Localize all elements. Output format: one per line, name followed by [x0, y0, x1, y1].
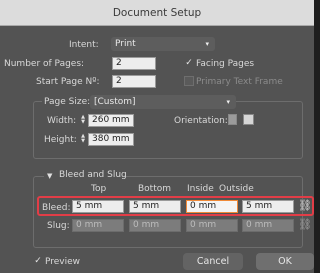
- page-size-select[interactable]: [Custom] ▾: [90, 95, 236, 109]
- height-stepper[interactable]: ▲ ▼: [80, 133, 86, 145]
- column-header-bottom: Bottom: [138, 184, 172, 194]
- chevron-down-icon: ▾: [205, 40, 209, 48]
- portrait-orientation-icon[interactable]: [228, 114, 237, 125]
- height-field[interactable]: 380 mm: [88, 133, 134, 146]
- column-header-outside: Outside: [219, 184, 254, 194]
- intent-select[interactable]: Print ▾: [111, 37, 215, 51]
- number-of-pages-field[interactable]: 2: [112, 57, 156, 70]
- chain-link-icon[interactable]: ⛓: [298, 218, 312, 231]
- step-down-icon: ▼: [81, 119, 85, 125]
- height-label: Height:: [44, 135, 77, 145]
- bleed-bottom-field[interactable]: 5 mm: [129, 200, 181, 213]
- disclosure-triangle-icon: ▼: [47, 172, 53, 180]
- slug-top-field[interactable]: 0 mm: [72, 219, 124, 232]
- primary-text-frame-label: Primary Text Frame: [196, 77, 283, 87]
- page-size-value: [Custom]: [94, 97, 136, 107]
- preview-checkbox[interactable]: ✓: [33, 256, 43, 266]
- page-size-label: Page Size:: [42, 97, 93, 107]
- number-of-pages-label: Number of Pages:: [4, 59, 85, 69]
- title-bar: Document Setup: [0, 0, 314, 26]
- document-setup-dialog: Document Setup Intent: Print ▾ Number of…: [0, 0, 314, 273]
- slug-label: Slug:: [47, 221, 70, 231]
- bleed-inside-field[interactable]: 0 mm: [186, 200, 238, 213]
- page-size-group: [33, 101, 303, 159]
- primary-text-frame-checkbox[interactable]: [184, 76, 194, 86]
- column-header-top: Top: [91, 184, 107, 194]
- intent-label: Intent:: [69, 40, 99, 50]
- bleed-outside-field[interactable]: 5 mm: [242, 200, 294, 213]
- bleed-and-slug-label: Bleed and Slug: [59, 170, 127, 180]
- bleed-label: Bleed:: [42, 203, 71, 213]
- slug-inside-field[interactable]: 0 mm: [186, 219, 238, 232]
- width-stepper[interactable]: ▲ ▼: [80, 114, 86, 126]
- dialog-title: Document Setup: [112, 7, 202, 19]
- start-page-label: Start Page Nº:: [36, 77, 100, 87]
- width-field[interactable]: 260 mm: [88, 114, 134, 127]
- step-down-icon: ▼: [81, 138, 85, 144]
- column-header-inside: Inside: [187, 184, 214, 194]
- bleed-top-field[interactable]: 5 mm: [72, 200, 124, 213]
- preview-label: Preview: [45, 257, 81, 267]
- facing-pages-checkbox[interactable]: ✓: [184, 58, 194, 68]
- cancel-button[interactable]: Cancel: [183, 253, 243, 270]
- orientation-label: Orientation:: [174, 116, 228, 126]
- slug-bottom-field[interactable]: 0 mm: [129, 219, 181, 232]
- facing-pages-label: Facing Pages: [196, 59, 255, 69]
- width-label: Width:: [47, 116, 77, 126]
- chain-link-icon[interactable]: ⛓: [298, 199, 312, 212]
- intent-value: Print: [115, 39, 136, 49]
- chevron-down-icon: ▾: [226, 98, 230, 106]
- bleed-and-slug-legend[interactable]: ▼ Bleed and Slug: [44, 170, 127, 182]
- ok-button[interactable]: OK: [256, 253, 314, 270]
- start-page-field[interactable]: 2: [112, 75, 156, 88]
- landscape-orientation-icon[interactable]: [243, 114, 254, 125]
- slug-outside-field[interactable]: 0 mm: [242, 219, 294, 232]
